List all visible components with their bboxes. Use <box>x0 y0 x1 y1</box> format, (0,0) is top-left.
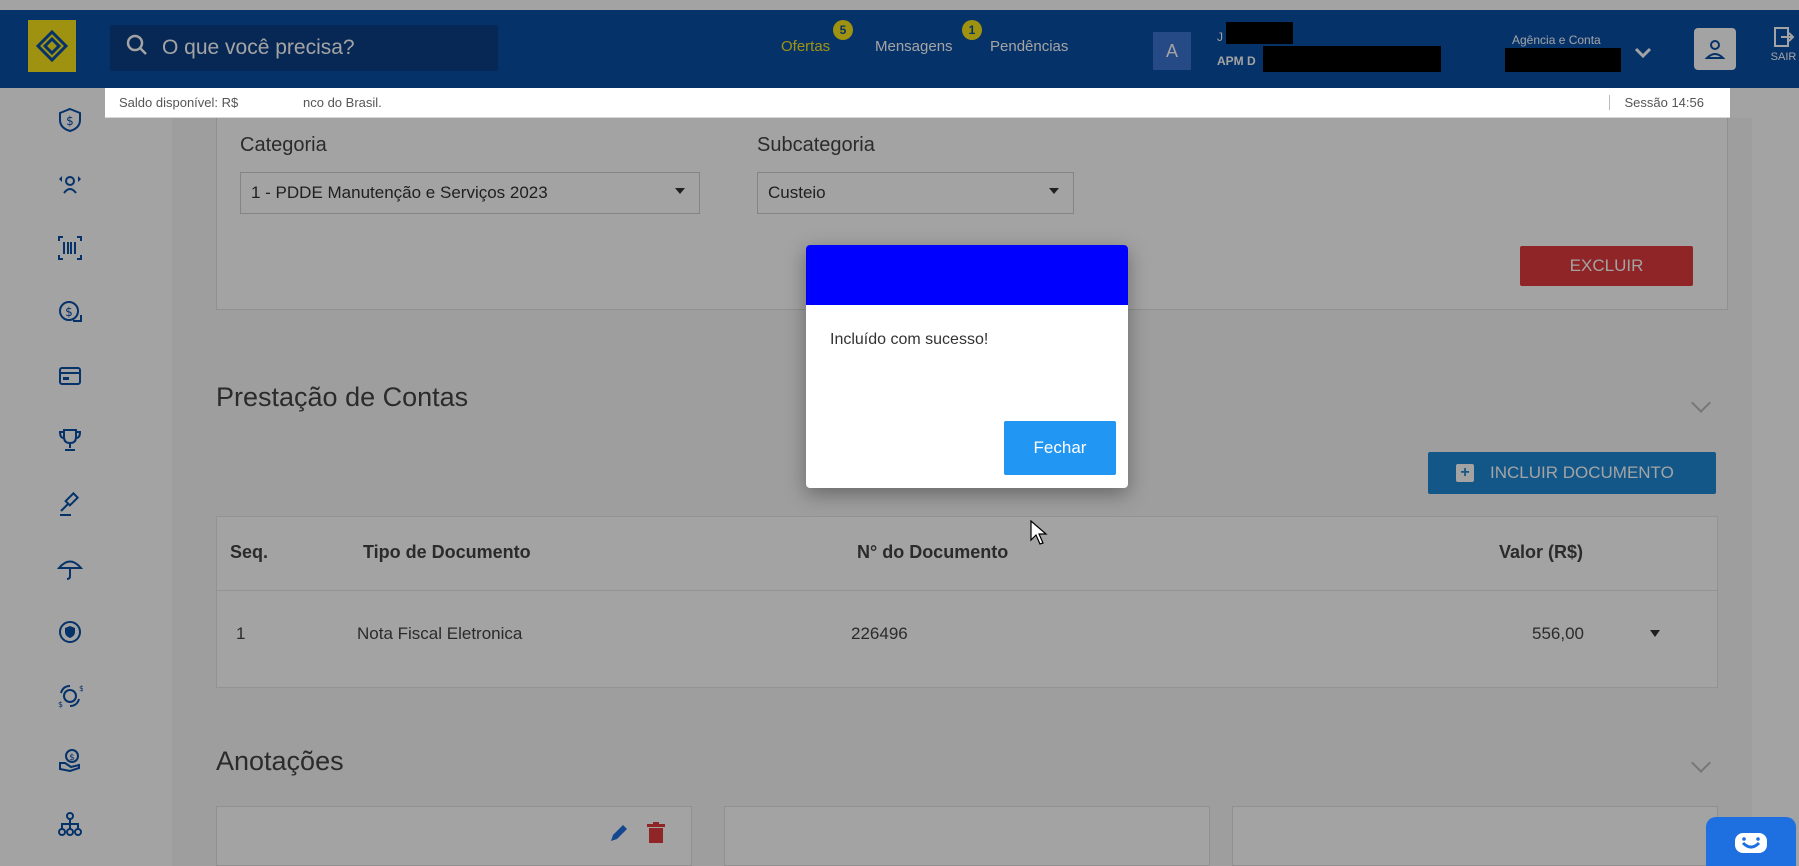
dialog-header <box>806 245 1128 305</box>
dialog-message: Incluído com sucesso! <box>830 331 989 348</box>
chat-face-icon <box>1735 832 1767 853</box>
info-strip: Saldo disponível: R$ nco do Brasil. Sess… <box>105 88 1730 118</box>
chat-assistant-button[interactable] <box>1706 817 1796 866</box>
fechar-button[interactable]: Fechar <box>1004 421 1116 475</box>
session-timer: Sessão 14:56 <box>1609 95 1704 110</box>
saldo-label: Saldo disponível: R$ <box>119 95 239 110</box>
success-dialog: Incluído com sucesso! Fechar <box>806 245 1128 488</box>
banco-text: nco do Brasil. <box>303 95 382 110</box>
mouse-cursor-icon <box>1030 519 1048 551</box>
